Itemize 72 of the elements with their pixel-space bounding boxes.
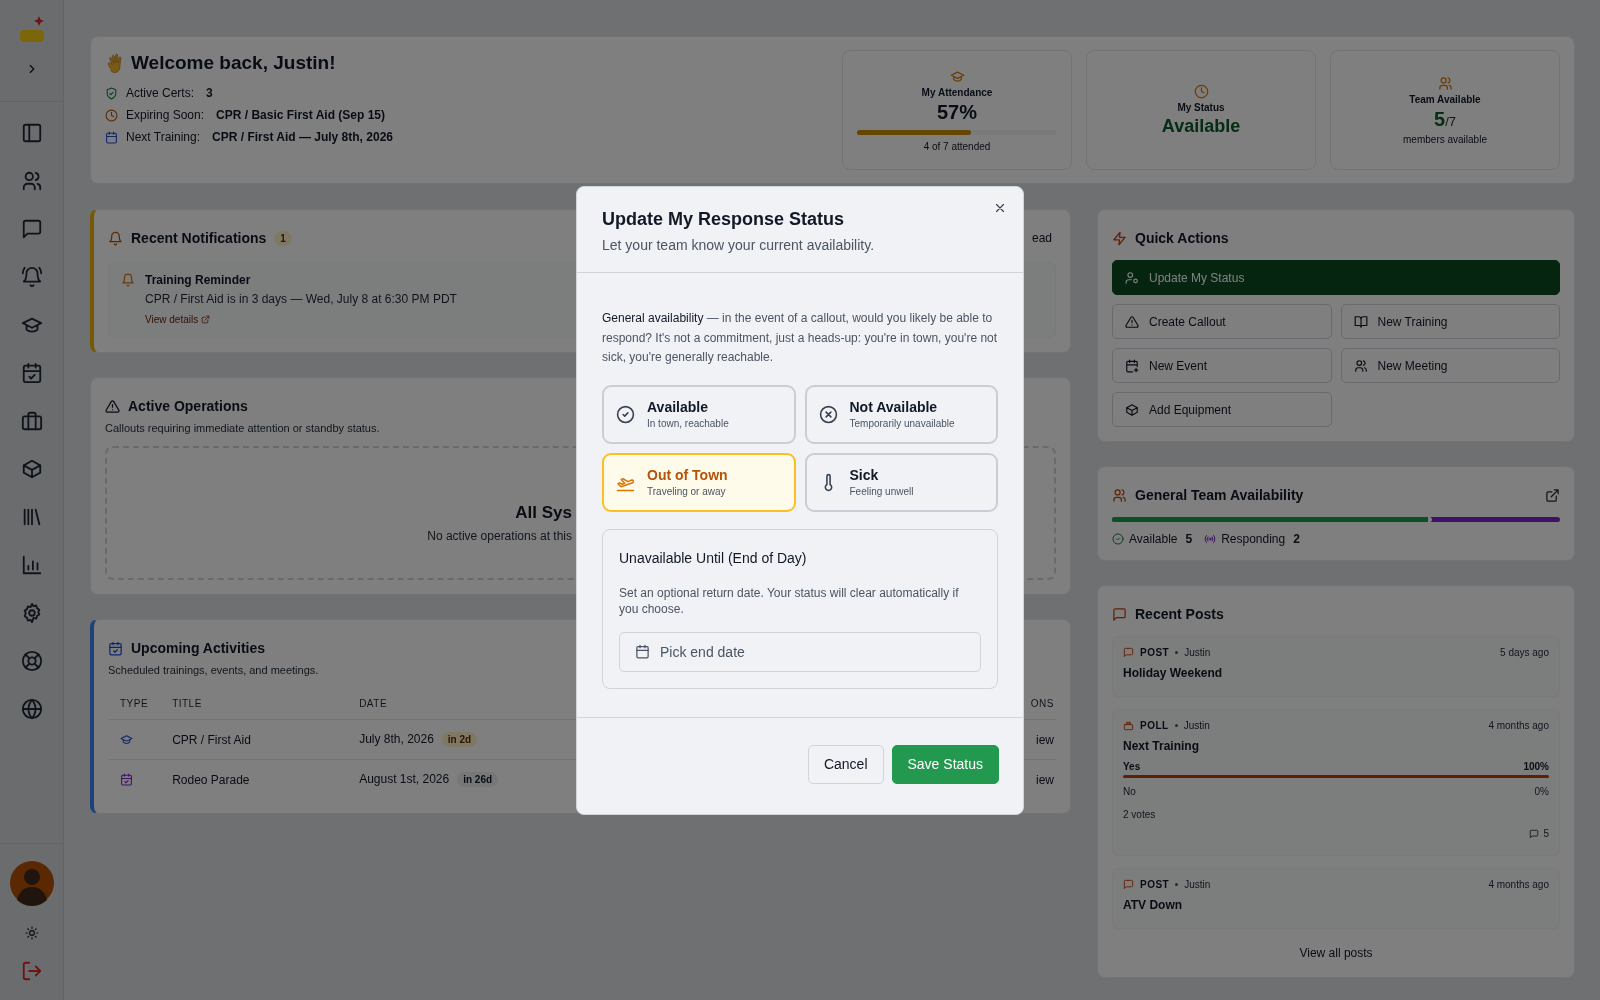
option-label: Out of Town: [647, 467, 728, 483]
dialog-subtitle: Let your team know your current availability.: [602, 237, 876, 253]
section-title: Recent Notifications: [131, 230, 267, 246]
comment-count: 5: [1543, 828, 1549, 839]
post-title: Holiday Weekend: [1123, 666, 1224, 680]
fact-label: Active Certs:: [126, 86, 194, 100]
table-cell: CPR / First Aid: [160, 719, 348, 760]
post-time: 4 months ago: [1488, 720, 1549, 731]
count-badge: 1: [274, 230, 292, 246]
column-header: TITLE: [160, 688, 348, 720]
option-hint: In town, reachable: [647, 418, 729, 429]
poll-option: No: [1123, 786, 1136, 797]
option-label: Not Available: [849, 399, 939, 415]
section-title: Active Operations: [128, 398, 248, 414]
post-author: Justin: [1184, 879, 1211, 890]
legend-count: 2: [1293, 532, 1300, 546]
stat-label: Team Available: [1409, 93, 1481, 105]
welcome-title: Welcome back, Justin!: [131, 52, 336, 74]
vote-count: 2 votes: [1123, 809, 1157, 820]
poll-option: Yes: [1123, 761, 1141, 772]
notification-title: Training Reminder: [145, 273, 252, 287]
column-header: TYPE: [108, 688, 161, 720]
post-type: POLL: [1140, 720, 1169, 731]
post-time: 5 days ago: [1500, 647, 1549, 658]
empty-text: No active operations at this: [427, 529, 572, 543]
section-subtitle: Callouts requiring immediate attention or standby status.: [105, 422, 380, 434]
legend-label: Responding: [1221, 532, 1286, 546]
until-text: Set an optional return date. Your status will clear automatically if you choose.: [619, 584, 960, 617]
post-title: ATV Down: [1123, 898, 1184, 912]
fact-value: CPR / First Aid — July 8th, 2026: [212, 130, 393, 144]
due-badge: in 2d: [441, 732, 478, 747]
post-type: POST: [1140, 879, 1170, 890]
section-title: Upcoming Activities: [131, 640, 266, 656]
fact-label: Next Training:: [126, 130, 201, 144]
post-author: Justin: [1183, 720, 1210, 731]
stat-label: My Status: [1177, 101, 1225, 113]
notification-text: CPR / First Aid is in 3 days — Wed, July 8 at 6:30 PM PDT: [145, 292, 457, 306]
table-cell: July 8th, 2026: [359, 732, 434, 746]
post-title: Next Training: [1123, 739, 1200, 753]
due-badge: in 26d: [457, 772, 499, 787]
post-author: Justin: [1184, 647, 1211, 658]
poll-percent: 0%: [1534, 786, 1549, 797]
fact-label: Expiring Soon:: [126, 108, 205, 122]
empty-title: All Sys: [515, 503, 572, 523]
stat-total: /7: [1445, 113, 1456, 129]
until-title: Unavailable Until (End of Day): [619, 549, 808, 566]
table-cell: Rodeo Parade: [160, 759, 348, 799]
legend-count: 5: [1185, 532, 1193, 546]
fact-value: CPR / Basic First Aid (Sep 15): [216, 108, 385, 122]
stat-caption: members available: [1403, 133, 1487, 145]
option-label: Sick: [849, 467, 880, 483]
stat-value: 57%: [937, 100, 977, 124]
option-hint: Traveling or away: [647, 486, 727, 497]
legend-label: Available: [1129, 532, 1178, 546]
post-time: 4 months ago: [1488, 879, 1549, 890]
post-type: POST: [1140, 647, 1170, 658]
option-hint: Feeling unwell: [849, 486, 914, 497]
stat-value: Available: [1161, 115, 1241, 137]
intro-text: General availability — in the event of a callout, would you likely be able to respond? It's not a commitment, just a heads-up: you're in town, you're not sick, you're generally reachable.: [602, 310, 998, 366]
option-label: Available: [647, 399, 709, 415]
stat-label: My Attendance: [921, 86, 993, 98]
table-cell: August 1st, 2026: [359, 772, 450, 786]
section-title: Recent Posts: [1135, 606, 1224, 622]
section-title: Quick Actions: [1135, 230, 1229, 246]
option-hint: Temporarily unavailable: [849, 418, 955, 429]
section-subtitle: Scheduled trainings, events, and meetings.: [108, 664, 319, 676]
fact-value: 3: [206, 86, 213, 100]
dialog-title: Update My Response Status: [602, 209, 846, 230]
stat-caption: 4 of 7 attended: [923, 140, 991, 152]
stat-value: 5: [1434, 107, 1446, 130]
section-title: General Team Availability: [1135, 487, 1304, 503]
poll-percent: 100%: [1523, 761, 1549, 772]
